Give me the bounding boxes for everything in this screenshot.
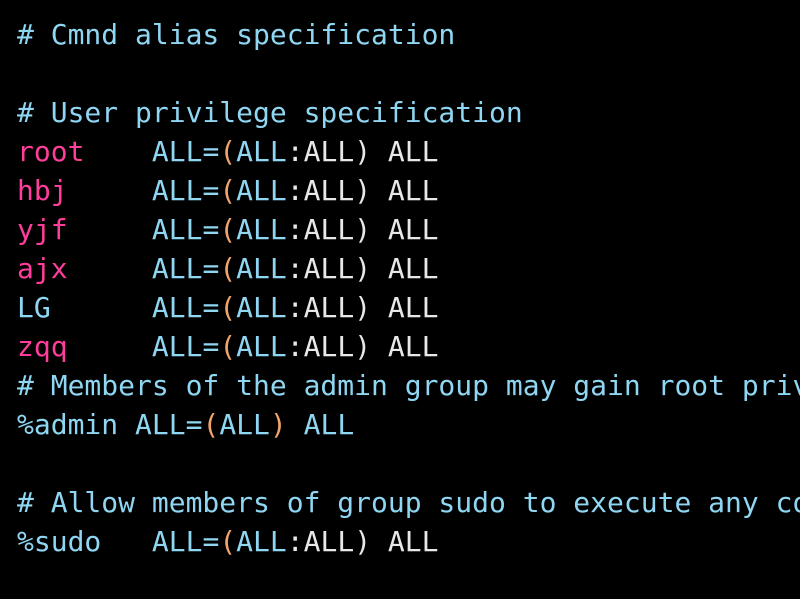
editor-line[interactable]: ajx ALL=(ALL:ALL) ALL (17, 249, 800, 288)
editor-line[interactable]: hbj ALL=(ALL:ALL) ALL (17, 171, 800, 210)
open-paren: ( (219, 330, 237, 363)
equals-sign: = (202, 213, 220, 246)
username: ajx (17, 252, 68, 285)
colon: : (286, 330, 304, 363)
colon: : (286, 252, 304, 285)
comment-text: # Cmnd alias specification (17, 18, 456, 51)
close-paren: ) (354, 291, 372, 324)
runas-group: ALL (303, 174, 355, 207)
colon: : (286, 213, 304, 246)
open-paren: ( (219, 252, 237, 285)
runas-user: ALL (236, 525, 287, 558)
close-paren: ) (354, 252, 372, 285)
comment-text: # Members of the admin group may gain ro… (17, 369, 800, 402)
runas-user: ALL (236, 252, 287, 285)
open-paren: ( (219, 135, 237, 168)
runas-user: ALL (236, 174, 287, 207)
editor-line[interactable]: # User privilege specification (17, 93, 800, 132)
username: yjf (17, 213, 68, 246)
editor-line[interactable] (17, 444, 800, 483)
commands-spec: ALL (387, 252, 439, 285)
editor-line[interactable]: yjf ALL=(ALL:ALL) ALL (17, 210, 800, 249)
editor-line[interactable]: root ALL=(ALL:ALL) ALL (17, 132, 800, 171)
editor-line[interactable]: %sudo ALL=(ALL:ALL) ALL (17, 522, 800, 561)
colon: : (286, 174, 304, 207)
open-paren: ( (202, 408, 220, 441)
comment-text: # Allow members of group sudo to execute… (17, 486, 800, 519)
close-paren: ) (354, 213, 372, 246)
colon: : (286, 525, 304, 558)
commands-spec: ALL (387, 135, 439, 168)
open-paren: ( (219, 174, 237, 207)
commands-spec: ALL (387, 330, 439, 363)
username: LG (17, 291, 51, 324)
hosts-spec: ALL (151, 252, 203, 285)
commands-spec: ALL (387, 291, 439, 324)
username: hbj (17, 174, 68, 207)
runas-group: ALL (303, 252, 355, 285)
commands-spec: ALL (387, 174, 439, 207)
hosts-spec: ALL (151, 135, 203, 168)
open-paren: ( (219, 291, 237, 324)
close-paren: ) (354, 330, 372, 363)
equals-sign: = (185, 408, 203, 441)
runas-group: ALL (303, 291, 355, 324)
hosts-spec: ALL (135, 408, 186, 441)
runas-user: ALL (236, 213, 287, 246)
editor-line[interactable]: %admin ALL=(ALL) ALL (17, 405, 800, 444)
username: root (17, 135, 85, 168)
editor-line[interactable]: # Cmnd alias specification (17, 15, 800, 54)
username: %sudo (17, 525, 102, 558)
runas-group: ALL (303, 213, 355, 246)
close-paren: ) (354, 135, 372, 168)
hosts-spec: ALL (151, 525, 203, 558)
editor-line[interactable]: # Allow members of group sudo to execute… (17, 483, 800, 522)
editor-line[interactable]: # Members of the admin group may gain ro… (17, 366, 800, 405)
runas-user: ALL (236, 135, 287, 168)
equals-sign: = (202, 291, 220, 324)
commands-spec: ALL (387, 525, 439, 558)
sudoers-file-lines: # Cmnd alias specification # User privil… (17, 15, 800, 561)
runas-group: ALL (303, 525, 355, 558)
editor-line[interactable] (17, 54, 800, 93)
editor-line[interactable]: zqq ALL=(ALL:ALL) ALL (17, 327, 800, 366)
close-paren: ) (269, 408, 287, 441)
close-paren: ) (354, 525, 372, 558)
editor-line[interactable]: LG ALL=(ALL:ALL) ALL (17, 288, 800, 327)
open-paren: ( (219, 213, 237, 246)
colon: : (286, 135, 304, 168)
terminal-editor[interactable]: # Cmnd alias specification # User privil… (0, 0, 800, 599)
hosts-spec: ALL (151, 213, 203, 246)
runas-user: ALL (236, 291, 287, 324)
group-name: %admin (17, 408, 119, 441)
runas-group: ALL (303, 330, 355, 363)
colon: : (286, 291, 304, 324)
runas-user: ALL (236, 330, 287, 363)
hosts-spec: ALL (151, 330, 203, 363)
commands-spec: ALL (303, 408, 355, 441)
equals-sign: = (202, 330, 220, 363)
close-paren: ) (354, 174, 372, 207)
username: zqq (17, 330, 68, 363)
open-paren: ( (219, 525, 237, 558)
equals-sign: = (202, 135, 220, 168)
equals-sign: = (202, 525, 220, 558)
equals-sign: = (202, 174, 220, 207)
hosts-spec: ALL (151, 291, 203, 324)
hosts-spec: ALL (151, 174, 203, 207)
commands-spec: ALL (387, 213, 439, 246)
runas-group: ALL (303, 135, 355, 168)
runas-user: ALL (219, 408, 270, 441)
comment-text: # User privilege specification (17, 96, 523, 129)
equals-sign: = (202, 252, 220, 285)
